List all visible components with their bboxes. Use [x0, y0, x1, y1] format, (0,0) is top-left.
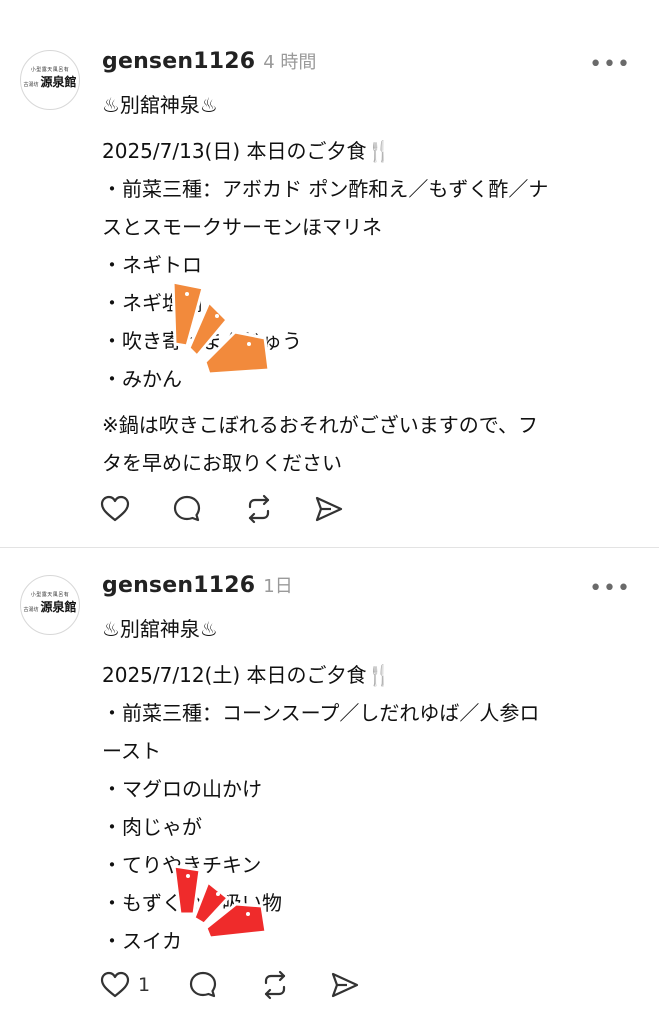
- post-text-line: タを早めにお取りください: [102, 451, 342, 475]
- username[interactable]: gensen1126: [102, 49, 255, 74]
- post-text-line: 2025/7/12(土) 本日のご夕食🍴: [102, 663, 392, 687]
- post: 小型露天風呂有 古湯坊 源泉館 gensen1126 4 時間 ••• ♨別舘神…: [0, 0, 659, 548]
- post-header: gensen1126 1日: [102, 572, 293, 598]
- more-icon[interactable]: •••: [589, 54, 631, 76]
- comment-icon: [189, 971, 217, 998]
- repost-icon: [248, 494, 270, 524]
- repost-button[interactable]: [260, 968, 290, 1002]
- line-spacer: [102, 124, 642, 132]
- repost-icon: [264, 970, 286, 1000]
- post-text-line: スとスモークサーモンほマリネ: [102, 215, 382, 239]
- avatar[interactable]: 小型露天風呂有 古湯坊 源泉館: [20, 575, 80, 635]
- line-spacer: [102, 398, 642, 406]
- post-text-line: ♨別舘神泉♨: [102, 93, 218, 117]
- comment-button[interactable]: [172, 492, 202, 526]
- line-spacer: [102, 648, 642, 656]
- post-header: gensen1126 4 時間: [102, 48, 316, 74]
- comment-icon: [173, 495, 201, 522]
- post-text-line: ースト: [102, 739, 161, 763]
- post-text-line: ・前菜三種：アボカド ポン酢和え／もずく酢／ナ: [102, 177, 549, 201]
- share-button[interactable]: [314, 492, 344, 526]
- sparkle-sticker-icon: [172, 864, 268, 940]
- more-icon[interactable]: •••: [589, 578, 631, 600]
- share-icon: [315, 496, 343, 522]
- post-actions: 1: [100, 968, 460, 1002]
- like-button[interactable]: 1: [100, 968, 150, 1002]
- timestamp: 4 時間: [263, 52, 317, 73]
- share-button[interactable]: [330, 968, 360, 1002]
- avatar[interactable]: 小型露天風呂有 古湯坊 源泉館: [20, 50, 80, 110]
- like-count: 1: [138, 974, 151, 996]
- sparkle-sticker-icon: [171, 280, 271, 376]
- repost-button[interactable]: [244, 492, 274, 526]
- share-icon: [331, 972, 359, 998]
- post: 小型露天風呂有 古湯坊 源泉館 gensen1126 1日 ••• ♨別舘神泉♨…: [0, 548, 659, 1024]
- like-button[interactable]: [100, 492, 138, 526]
- post-text-line: ※鍋は吹きこぼれるおそれがございますので、フ: [102, 413, 538, 437]
- heart-icon: [100, 971, 130, 998]
- heart-icon: [100, 495, 130, 522]
- post-text-line: 2025/7/13(日) 本日のご夕食🍴: [102, 139, 392, 163]
- post-text-line: ・肉じゃが: [102, 815, 202, 839]
- post-text-line: ・マグロの山かけ: [102, 777, 262, 801]
- post-text-line: ・前菜三種：コーンスープ／しだれゆば／人参ロ: [102, 701, 540, 725]
- post-text-line: ・ネギトロ: [102, 253, 202, 277]
- post-text-line: ♨別舘神泉♨: [102, 617, 218, 641]
- username[interactable]: gensen1126: [102, 573, 255, 598]
- post-actions: [100, 492, 460, 526]
- timestamp: 1日: [263, 576, 293, 597]
- comment-button[interactable]: [188, 968, 218, 1002]
